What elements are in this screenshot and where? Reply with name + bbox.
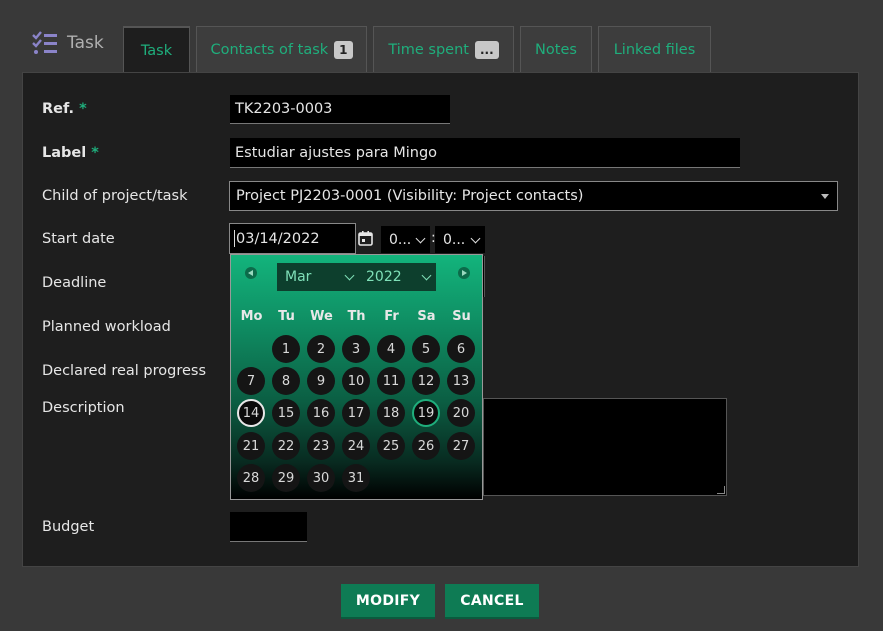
calendar-day[interactable]: 15 xyxy=(272,399,300,427)
chevron-down-icon xyxy=(415,233,426,244)
calendar-day[interactable]: 22 xyxy=(272,432,300,460)
month-select-value: Mar xyxy=(285,269,312,285)
tasks-list-icon xyxy=(31,30,59,56)
calendar-day[interactable]: 16 xyxy=(307,399,335,427)
weekday-header: Fr xyxy=(384,309,399,324)
modify-button[interactable]: MODIFY xyxy=(341,584,435,619)
calendar-day[interactable]: 3 xyxy=(342,335,370,363)
parent-label: Child of project/task xyxy=(42,188,188,204)
tab-contacts-label: Contacts of task xyxy=(210,42,329,58)
tab-notes[interactable]: Notes xyxy=(520,26,592,73)
calendar-day[interactable]: 24 xyxy=(342,432,370,460)
cancel-button[interactable]: CANCEL xyxy=(445,584,539,619)
required-marker: * xyxy=(79,101,87,117)
calendar-day[interactable]: 21 xyxy=(237,432,265,460)
description-label: Description xyxy=(42,400,125,416)
deadline-field-edge xyxy=(483,256,485,297)
time-spent-badge: ... xyxy=(474,41,499,59)
tab-linked-files[interactable]: Linked files xyxy=(598,26,711,73)
calendar-day[interactable]: 28 xyxy=(237,464,265,492)
date-picker: Mar 2022 Mo Tu We Th Fr Sa Su 1 2 3 4 5 6 7 8 9 10 11 12 13… xyxy=(230,254,483,500)
year-select[interactable]: 2022 xyxy=(358,263,436,291)
calendar-day[interactable]: 6 xyxy=(447,335,475,363)
calendar-day[interactable]: 7 xyxy=(237,367,265,395)
calendar-day[interactable]: 9 xyxy=(307,367,335,395)
start-hour-select[interactable]: 0... xyxy=(381,226,430,253)
calendar-day[interactable]: 20 xyxy=(447,399,475,427)
calendar-day[interactable]: 31 xyxy=(342,464,370,492)
calendar-day[interactable]: 30 xyxy=(307,464,335,492)
text-cursor xyxy=(234,230,235,247)
calendar-day[interactable]: 25 xyxy=(377,432,405,460)
tab-notes-label: Notes xyxy=(535,42,577,58)
tab-task[interactable]: Task xyxy=(123,26,190,74)
progress-label: Declared real progress xyxy=(42,363,207,379)
budget-field[interactable] xyxy=(230,512,307,542)
calendar-day[interactable]: 5 xyxy=(412,335,440,363)
budget-label: Budget xyxy=(42,519,95,535)
calendar-day[interactable]: 17 xyxy=(342,399,370,427)
tab-linked-files-label: Linked files xyxy=(613,42,696,58)
label-field[interactable]: Estudiar ajustes para Mingo xyxy=(230,138,740,168)
calendar-day[interactable]: 1 xyxy=(272,335,300,363)
calendar-day[interactable]: 23 xyxy=(307,432,335,460)
calendar-day[interactable]: 2 xyxy=(307,335,335,363)
calendar-day[interactable]: 18 xyxy=(377,399,405,427)
year-select-value: 2022 xyxy=(366,269,402,285)
required-marker: * xyxy=(91,145,99,161)
calendar-day[interactable]: 12 xyxy=(412,367,440,395)
month-select[interactable]: Mar xyxy=(277,263,359,291)
parent-select[interactable]: Project PJ2203-0001 (Visibility: Project… xyxy=(229,181,838,211)
tab-time-spent[interactable]: Time spent ... xyxy=(373,26,514,73)
deadline-label: Deadline xyxy=(42,275,107,291)
chevron-down-icon xyxy=(421,270,432,281)
resize-grip-icon[interactable] xyxy=(717,486,725,494)
tab-time-spent-label: Time spent xyxy=(388,42,469,58)
start-date-input[interactable]: 03/14/2022 xyxy=(229,223,356,254)
label-label: Label * xyxy=(42,145,99,161)
calendar-day[interactable]: 29 xyxy=(272,464,300,492)
calendar-day[interactable]: 13 xyxy=(447,367,475,395)
calendar-day[interactable]: 26 xyxy=(412,432,440,460)
start-date-value: 03/14/2022 xyxy=(236,230,320,247)
calendar-day[interactable]: 10 xyxy=(342,367,370,395)
weekday-header: We xyxy=(310,309,333,324)
planned-workload-label: Planned workload xyxy=(42,319,171,335)
start-hour-value: 0... xyxy=(389,231,412,248)
description-textarea[interactable] xyxy=(483,398,727,496)
start-minute-select[interactable]: 0... xyxy=(435,226,485,253)
calendar-day[interactable]: 4 xyxy=(377,335,405,363)
weekday-header: Tu xyxy=(278,309,295,324)
tab-contacts-of-task[interactable]: Contacts of task 1 xyxy=(196,26,367,73)
weekday-header: Mo xyxy=(240,309,263,324)
calendar-day[interactable]: 19 xyxy=(412,399,440,427)
chevron-down-icon xyxy=(470,233,481,244)
calendar-day[interactable]: 8 xyxy=(272,367,300,395)
calendar-day[interactable]: 27 xyxy=(447,432,475,460)
calendar-day[interactable]: 11 xyxy=(377,367,405,395)
start-date-label: Start date xyxy=(42,231,115,247)
weekday-header: Sa xyxy=(417,309,436,324)
brand-label: Task xyxy=(67,33,104,53)
tab-task-label: Task xyxy=(140,43,173,59)
prev-month-icon[interactable] xyxy=(245,267,257,279)
start-minute-value: 0... xyxy=(443,231,466,248)
weekday-header: Su xyxy=(452,309,471,324)
next-month-icon[interactable] xyxy=(458,267,470,279)
contacts-count-badge: 1 xyxy=(334,41,353,59)
calendar-icon[interactable] xyxy=(358,231,373,250)
parent-select-value: Project PJ2203-0001 (Visibility: Project… xyxy=(236,188,584,204)
weekday-header: Th xyxy=(347,309,366,324)
caret-down-icon xyxy=(821,194,829,199)
ref-label: Ref. * xyxy=(42,101,87,117)
ref-field[interactable]: TK2203-0003 xyxy=(230,95,450,124)
chevron-down-icon xyxy=(344,270,355,281)
page-brand: Task xyxy=(31,30,104,56)
calendar-day[interactable]: 14 xyxy=(237,399,265,427)
